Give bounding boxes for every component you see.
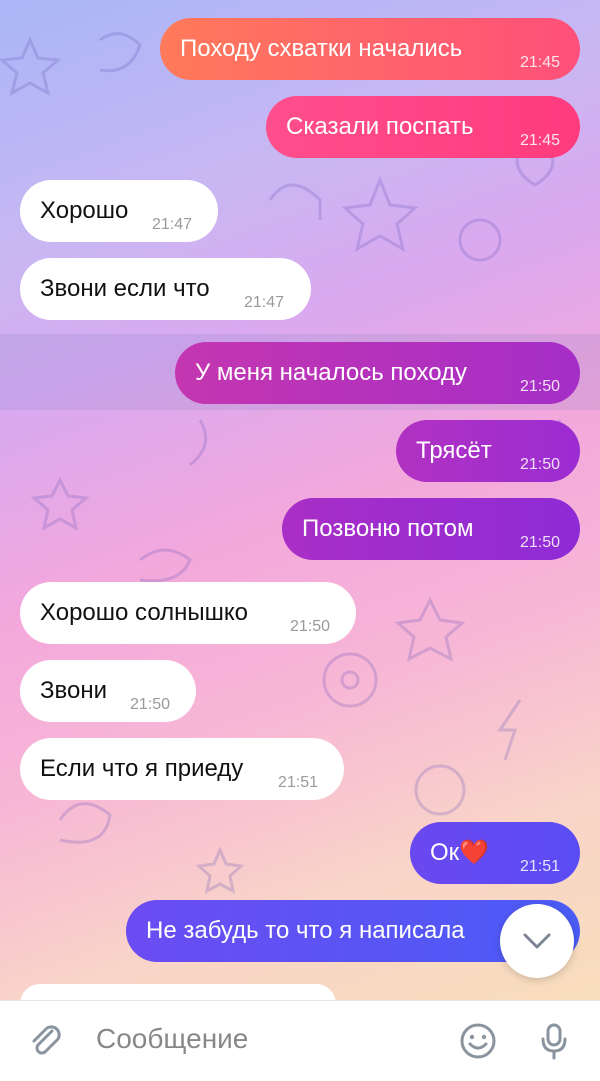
message-bubble[interactable]: У меня началось походу 21:50: [175, 342, 580, 404]
message-bubble[interactable]: Трясёт 21:50: [396, 420, 580, 482]
chat-area[interactable]: Походу схватки начались 21:45 Сказали по…: [0, 0, 600, 1000]
message-text: Трясёт: [416, 437, 492, 464]
message-text: Не забудь то что я написала: [146, 917, 465, 944]
message-time: 21:50: [130, 696, 171, 713]
message-bubble[interactable]: Сказали поспать 21:45: [266, 96, 580, 158]
message-time: 21:45: [519, 54, 560, 71]
chevron-down-icon: [523, 933, 551, 949]
message-time: 21:45: [519, 132, 560, 149]
message-text: Звони если что: [40, 275, 210, 302]
emoji-icon: [460, 1023, 496, 1059]
message-text: Походу схватки начались: [180, 35, 463, 62]
message-bubble[interactable]: Хорошо солнышко 21:50: [20, 582, 356, 644]
message-text: Ок❤️: [430, 839, 490, 866]
message-composer: Сообщение: [0, 1000, 600, 1081]
message-bubble[interactable]: Звони если что 21:47: [20, 258, 311, 320]
message-time: 21:47: [244, 294, 285, 311]
message-bubble[interactable]: Ок❤️ 21:51: [410, 822, 580, 884]
message-text: Сказали поспать: [286, 113, 474, 140]
message-bubble[interactable]: Хорошо 21:47: [20, 180, 218, 242]
message-time: 21:50: [519, 378, 560, 395]
message-text: Позвоню потом: [302, 515, 474, 542]
scroll-down-button[interactable]: [500, 904, 574, 978]
message-time: 21:50: [519, 456, 560, 473]
message-time: 21:50: [519, 534, 560, 551]
message-text: Если что я приеду: [40, 755, 244, 782]
microphone-icon: [541, 1023, 567, 1060]
attach-icon: [32, 1025, 61, 1055]
voice-record-button[interactable]: [532, 1019, 576, 1063]
attach-button[interactable]: [24, 1019, 68, 1063]
message-input[interactable]: Сообщение: [96, 1023, 248, 1055]
message-time: 21:51: [519, 858, 560, 875]
message-text: У меня началось походу: [195, 359, 468, 386]
message-bubble[interactable]: Если что я приеду 21:51: [20, 738, 344, 800]
message-time: 21:51: [278, 774, 319, 791]
message-bubble[interactable]: Звони 21:50: [20, 660, 196, 722]
message-text: Хорошо солнышко: [40, 599, 249, 626]
message-time: 21:47: [152, 216, 193, 233]
message-bubble[interactable]: Походу схватки начались 21:45: [160, 18, 580, 80]
message-bubble-partial[interactable]: [20, 984, 336, 1000]
message-text: Хорошо: [40, 197, 129, 224]
message-text: Звони: [40, 677, 107, 704]
message-time: 21:50: [290, 618, 331, 635]
emoji-button[interactable]: [456, 1019, 500, 1063]
message-bubble[interactable]: Позвоню потом 21:50: [282, 498, 580, 560]
